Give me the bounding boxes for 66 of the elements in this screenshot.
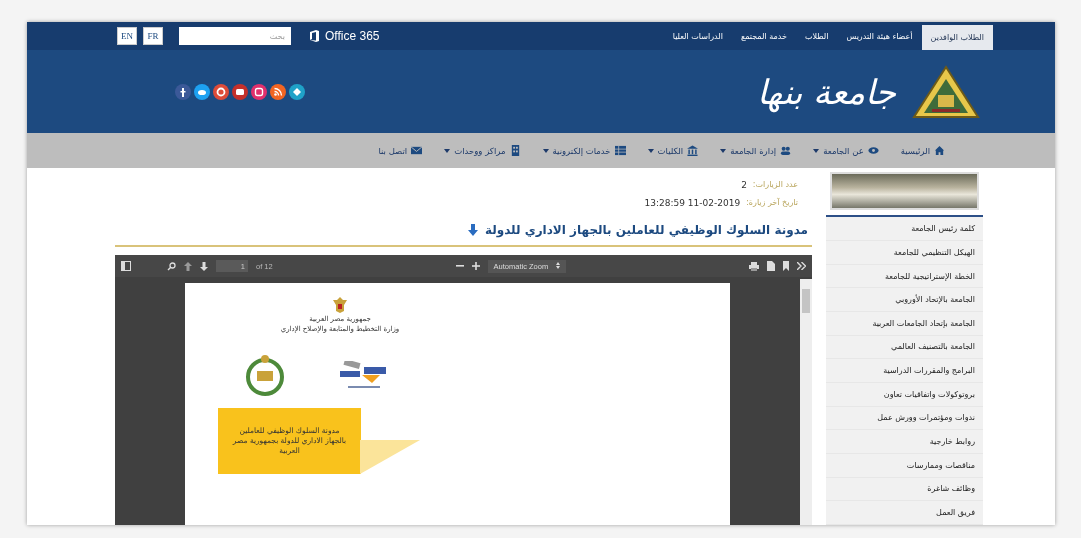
search-field[interactable]: بحث: [179, 27, 291, 45]
arrow-up-icon[interactable]: [184, 261, 192, 271]
grid-icon: [614, 145, 626, 156]
print-icon[interactable]: [749, 261, 759, 271]
center-logo-icon: [340, 361, 388, 391]
people-icon: [780, 145, 792, 156]
office-link[interactable]: Office 365: [309, 29, 380, 43]
top-tab[interactable]: أعضاء هيئة التدريس: [837, 22, 922, 50]
visits-label: عدد الزيارات:: [752, 180, 798, 190]
top-tab[interactable]: خدمة المجتمع: [731, 22, 796, 50]
site-title: جامعة بنها: [757, 71, 896, 112]
top-tab[interactable]: الطلاب: [795, 22, 838, 50]
top-tab[interactable]: الطلاب الوافدين: [921, 25, 993, 50]
bank-icon: [687, 145, 699, 156]
sidebar-item[interactable]: الجامعة بالإتحاد الأوروبي: [826, 288, 983, 312]
home-icon: [934, 145, 945, 156]
sidebar-item[interactable]: ندوات ومؤتمرات وورش عمل: [826, 406, 983, 431]
nav-link[interactable]: عن الجامعة: [813, 145, 879, 156]
document-icon[interactable]: [767, 261, 775, 271]
sidebar-item[interactable]: وظائف شاغرة: [826, 477, 983, 502]
page-title: مدونة السلوك الوظيفي للعاملين بالجهاز الاداري للدولة: [484, 223, 808, 237]
sidebar-item[interactable]: الخطة الإستراتيجية للجامعة: [826, 264, 983, 289]
scrollbar[interactable]: [800, 279, 812, 525]
eagle-emblem-icon: [333, 297, 347, 313]
ribbon-shape-icon: [360, 440, 420, 474]
sidebar-item[interactable]: مناقصات وممارسات: [826, 453, 983, 478]
search-icon[interactable]: [167, 261, 176, 271]
bookmark-icon[interactable]: [783, 261, 789, 271]
visits-count: 2: [741, 180, 747, 190]
nav-link[interactable]: مراكز ووحدات: [444, 145, 521, 156]
facebook-icon[interactable]: [175, 83, 191, 100]
rss-icon[interactable]: [270, 83, 286, 100]
sidebar-item[interactable]: البرامج والمقررات الدراسية: [826, 359, 983, 383]
nav-link[interactable]: الكليات: [647, 145, 699, 156]
eye-icon: [867, 145, 879, 156]
double-chevron-icon[interactable]: [797, 262, 806, 270]
office-logo-icon: [309, 30, 320, 42]
last-visit-date: 11-02-2019 13:28:59: [644, 198, 741, 208]
top-tab[interactable]: الدراسات العليا: [663, 22, 732, 50]
sidebar-item[interactable]: فريق العمل: [826, 501, 983, 525]
instagram-icon[interactable]: [251, 83, 267, 100]
nav-link[interactable]: إدارة الجامعة: [720, 145, 792, 156]
zoom-in-icon[interactable]: [471, 262, 480, 270]
nav-link[interactable]: اتصل بنا: [378, 145, 423, 156]
building-icon: [509, 145, 521, 156]
sidebar-item[interactable]: روابط خارجية: [826, 430, 983, 454]
arrow-down-icon[interactable]: [200, 261, 208, 271]
sidebar-item[interactable]: الهيكل التنظيمي للجامعة: [826, 241, 983, 265]
last-visit-label: تاريخ آخر زيارة:: [746, 198, 798, 208]
sidebar-item[interactable]: بروتوكولات واتفاقيات تعاون: [826, 382, 983, 407]
zoom-out-icon[interactable]: [455, 262, 464, 270]
updown-icon: [556, 261, 561, 269]
sidebar-item[interactable]: الجامعة بإتحاد الجامعات العربية: [826, 312, 983, 336]
sidebar-toggle-icon[interactable]: [121, 261, 131, 271]
download-icon[interactable]: [466, 224, 479, 236]
sidebar-item[interactable]: الجامعة بالتصنيف العالمي: [826, 335, 983, 360]
language-link[interactable]: FR: [143, 27, 163, 45]
nav-link[interactable]: الرئيسية: [900, 145, 945, 156]
envelope-icon: [411, 145, 423, 156]
social-icon[interactable]: [289, 83, 305, 100]
youtube-icon[interactable]: [232, 83, 248, 100]
sidebar-item[interactable]: كلمة رئيس الجامعة: [826, 217, 983, 242]
wreath-logo-icon: [243, 353, 287, 397]
university-logo-icon: [912, 64, 980, 119]
language-link[interactable]: EN: [117, 27, 137, 45]
nav-link[interactable]: خدمات إلكترونية: [542, 145, 626, 156]
